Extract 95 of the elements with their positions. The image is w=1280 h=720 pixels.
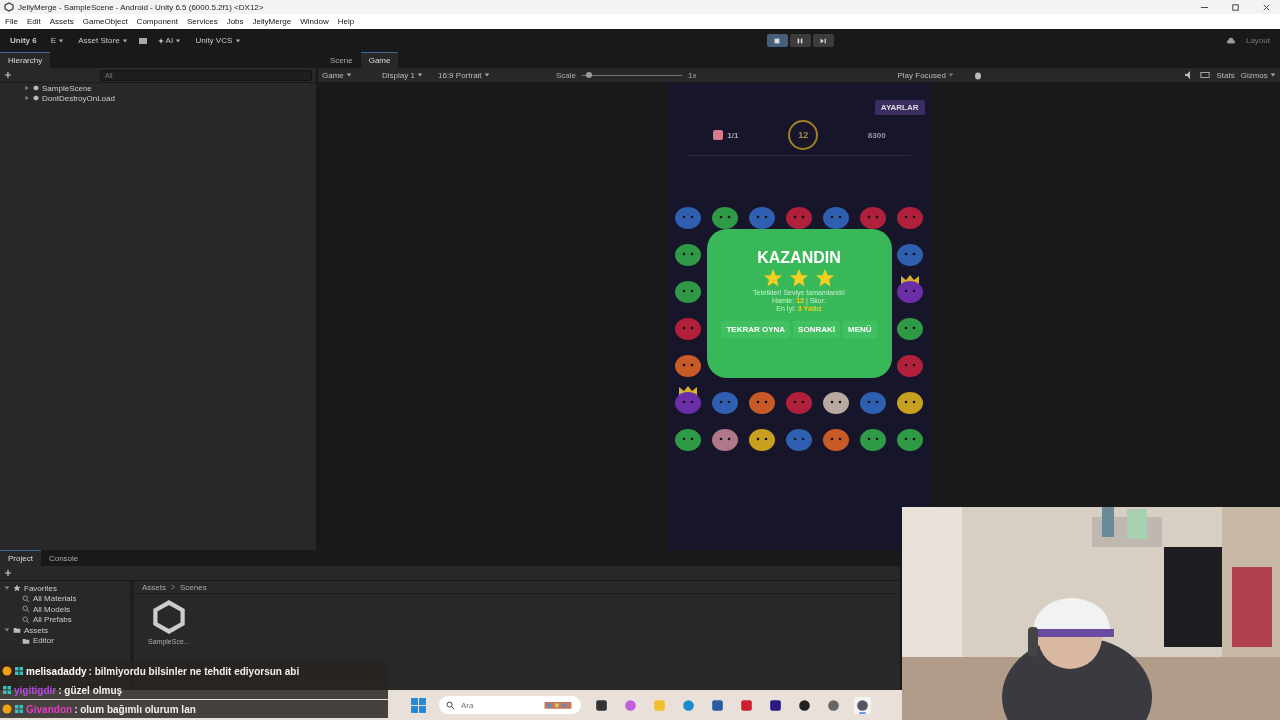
layout-button[interactable]: Layout — [1241, 34, 1274, 47]
cloud-icon[interactable] — [1225, 35, 1236, 46]
star-icon — [789, 268, 809, 288]
star-icon — [763, 268, 783, 288]
display-dropdown[interactable]: Display 1 — [382, 70, 432, 80]
view-tab[interactable]: Game — [360, 52, 399, 68]
play-focused-dropdown[interactable]: Play Focused — [897, 70, 968, 80]
add-icon[interactable] — [4, 71, 12, 79]
panel-tab[interactable]: Console — [40, 551, 87, 566]
chat-icon — [14, 666, 24, 676]
caret-icon — [58, 37, 65, 44]
cube-icon — [712, 129, 725, 141]
chat-username: yigitigdir — [14, 684, 57, 696]
moves-counter: 12 — [788, 120, 819, 150]
tree-item[interactable]: Favorites — [24, 583, 57, 593]
keyboard-icon[interactable] — [1200, 70, 1211, 80]
panel-tab[interactable]: Project — [0, 550, 41, 566]
settings-button[interactable]: AYARLAR — [874, 100, 925, 115]
app-icon[interactable] — [854, 696, 871, 714]
hierarchy-item[interactable]: DontDestroyOnLoad — [42, 93, 115, 103]
menu-item[interactable]: Edit — [26, 17, 41, 26]
stop-icon — [773, 36, 782, 45]
tree-item[interactable]: Editor — [33, 636, 54, 646]
aspect-dropdown[interactable]: 16:9 Portrait — [438, 70, 550, 80]
breadcrumb-item[interactable]: Scenes — [180, 582, 207, 592]
chat-text: : bilmiyordu bilsinler ne tehdit ediyorsun abi — [88, 665, 300, 677]
tree-item[interactable]: Assets — [24, 625, 48, 635]
gizmos-button[interactable]: Gizmos — [1240, 70, 1276, 80]
breadcrumb-item[interactable]: Assets — [142, 582, 166, 592]
caret-icon — [121, 37, 128, 44]
menu-item[interactable]: Services — [186, 17, 218, 26]
close-icon[interactable] — [1262, 2, 1271, 12]
pause-icon — [796, 36, 805, 45]
menu-item[interactable]: Component — [136, 17, 178, 26]
chat-username: melisadaddy — [26, 665, 87, 677]
chat-username: Givandon — [26, 703, 73, 715]
star-icon — [13, 584, 21, 593]
chat-icon — [14, 704, 24, 714]
window-title: JellyMerge - SampleScene - Android - Unity 6.5 (6000.5.2f1) <DX12> — [18, 2, 264, 12]
chat-text: : güzel olmuş — [58, 684, 123, 696]
tree-item[interactable]: All Models — [33, 604, 70, 614]
stats-button[interactable]: Stats — [1216, 70, 1235, 80]
mode-dropdown[interactable]: Game — [322, 70, 376, 80]
caret-icon[interactable] — [4, 627, 10, 634]
jelly-icon[interactable] — [895, 273, 925, 304]
start-icon[interactable] — [410, 696, 427, 714]
bug-icon[interactable] — [973, 70, 984, 80]
menu-item[interactable]: GameObject — [82, 17, 128, 26]
menu-item[interactable]: Help — [337, 17, 355, 26]
add-icon[interactable] — [4, 569, 12, 577]
menu-item[interactable]: Window — [300, 17, 329, 26]
chat-icon — [2, 685, 12, 695]
search-icon — [446, 701, 455, 710]
hierarchy-tab[interactable]: Hierarchy — [0, 52, 51, 68]
win-title: KAZANDIN — [757, 249, 841, 267]
vcs-button[interactable]: Unity VCS — [191, 34, 245, 47]
hierarchy-item[interactable]: SampleScene — [42, 83, 92, 93]
tree-item[interactable]: All Prefabs — [33, 615, 72, 625]
play-control-button[interactable] — [766, 34, 788, 47]
menu-item[interactable]: Jobs — [226, 17, 244, 26]
user-button[interactable]: E — [46, 34, 69, 47]
play-control-button[interactable] — [789, 34, 811, 47]
score-value: 8300 — [867, 130, 886, 140]
goal-count: 1/1 — [727, 130, 739, 140]
jelly-icon[interactable] — [673, 384, 703, 415]
scene-file-icon[interactable] — [151, 600, 186, 634]
menu-item[interactable]: Assets — [49, 17, 74, 26]
caret-icon — [948, 72, 955, 79]
maximize-icon[interactable] — [1231, 2, 1240, 12]
menu-item[interactable]: File — [5, 17, 18, 26]
chevron-icon — [170, 584, 176, 590]
step-icon — [819, 36, 828, 45]
caret-icon — [1270, 72, 1276, 79]
caret-icon — [346, 72, 352, 79]
account-button[interactable]: Unity 6 — [6, 34, 41, 47]
star-icon — [815, 268, 835, 288]
tree-item[interactable]: All Materials — [33, 594, 77, 604]
search-icon — [22, 594, 30, 603]
chat-text: : olum bağımlı olurum lan — [74, 703, 196, 715]
sparkle-icon — [157, 37, 164, 44]
play-control-button[interactable] — [812, 34, 834, 47]
view-tab[interactable]: Scene — [322, 53, 361, 68]
caret-icon — [417, 72, 424, 79]
menu-item[interactable]: JellyMerge — [252, 17, 292, 26]
unity-logo-icon — [4, 2, 14, 12]
scale-label: Scale — [556, 70, 576, 80]
caret-icon[interactable] — [4, 585, 10, 592]
taskbar-search-field[interactable]: Ara — [439, 696, 581, 714]
caret-icon — [483, 72, 490, 79]
scale-value: 1x — [688, 70, 697, 80]
package-icon[interactable] — [137, 35, 148, 46]
ai-button[interactable]: AI — [153, 34, 186, 47]
caret-icon — [175, 37, 182, 44]
asset-store-button[interactable]: Asset Store — [74, 34, 132, 47]
caret-icon — [234, 37, 241, 44]
